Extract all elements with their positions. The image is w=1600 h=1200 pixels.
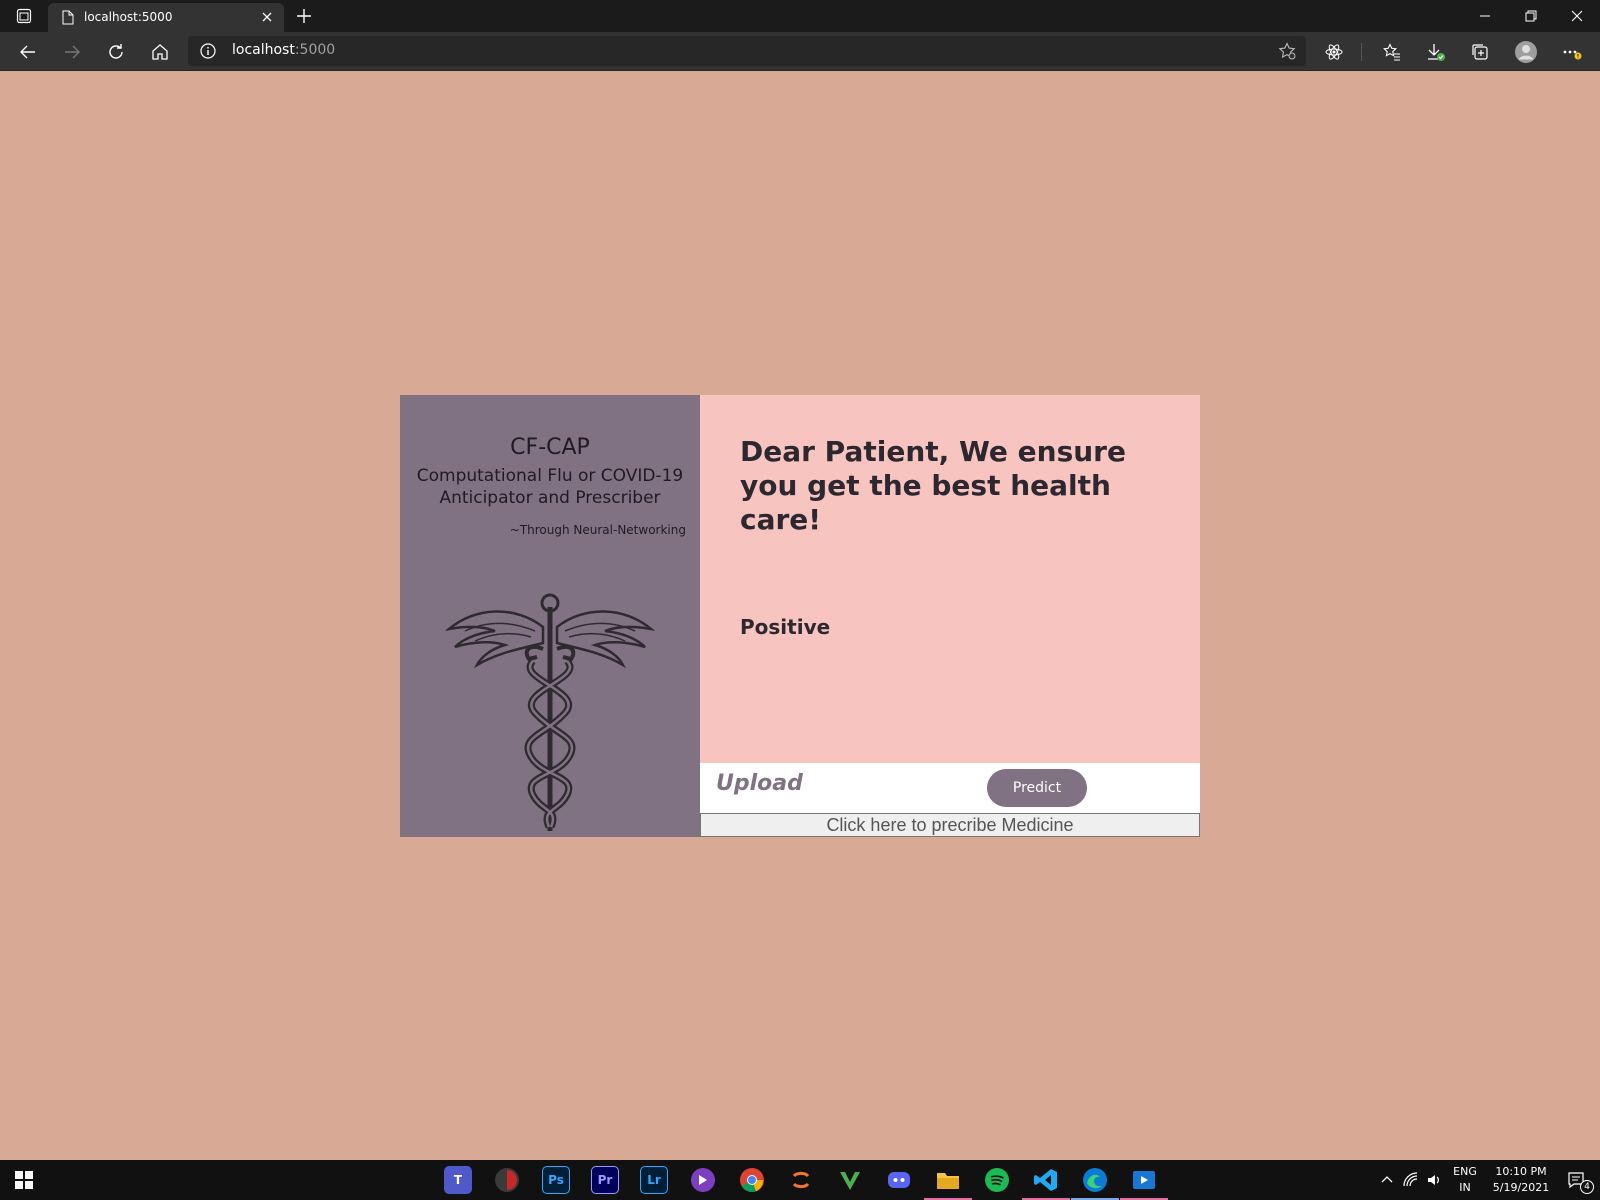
clock[interactable]: 10:10 PM 5/19/2021 — [1482, 1164, 1560, 1196]
result-panel: Dear Patient, We ensure you get the best… — [700, 395, 1200, 763]
settings-more-button[interactable] — [1560, 40, 1584, 64]
chevron-up-icon — [1381, 1176, 1393, 1183]
chrome-icon[interactable] — [738, 1166, 766, 1194]
extension-button[interactable] — [1322, 40, 1346, 64]
spotify-icon[interactable] — [983, 1166, 1011, 1194]
app-icon — [1133, 1171, 1155, 1189]
back-arrow-icon — [20, 45, 35, 59]
windows-icon — [15, 1171, 33, 1189]
app-icon[interactable] — [493, 1166, 521, 1194]
profile-button[interactable] — [1514, 40, 1538, 64]
refresh-icon — [109, 44, 123, 59]
add-favorite-icon[interactable] — [1278, 42, 1296, 60]
predict-button[interactable]: Predict — [987, 769, 1087, 807]
photoshop-icon[interactable]: Ps — [542, 1166, 570, 1194]
close-tab-icon[interactable] — [260, 10, 274, 24]
forward-arrow-icon — [65, 45, 80, 59]
home-button[interactable] — [148, 40, 172, 64]
language-indicator[interactable]: ENG IN — [1450, 1164, 1480, 1196]
tab-title: localhost:5000 — [84, 10, 173, 24]
restore-button[interactable] — [1508, 0, 1554, 32]
app-full-name-line1: Computational Flu or COVID-19 — [416, 466, 684, 486]
new-tab-icon[interactable] — [294, 6, 314, 26]
teams-icon[interactable]: T — [444, 1166, 472, 1194]
collections-icon — [1472, 44, 1488, 60]
minimize-button[interactable] — [1462, 0, 1508, 32]
tab-actions-icon — [16, 8, 32, 24]
favorites-button[interactable] — [1380, 40, 1404, 64]
back-button[interactable] — [16, 40, 40, 64]
tab-actions-button[interactable] — [12, 6, 36, 26]
volume-button[interactable] — [1420, 1166, 1448, 1194]
app-full-name-line2: Anticipator and Prescriber — [439, 488, 661, 508]
app-icon[interactable] — [1130, 1166, 1158, 1194]
brand-panel: CF-CAP Computational Flu or COVID-19 Ant… — [400, 395, 700, 837]
vscode-icon[interactable] — [1032, 1166, 1060, 1194]
favorites-icon — [1383, 43, 1400, 61]
notification-count-badge: 4 — [1580, 1180, 1594, 1194]
avatar-icon — [1515, 41, 1537, 63]
spotify-icon — [985, 1168, 1009, 1192]
chrome-icon — [740, 1168, 764, 1192]
start-button[interactable] — [10, 1166, 38, 1194]
folder-icon — [937, 1173, 959, 1189]
wifi-icon — [1403, 1172, 1418, 1187]
lightroom-icon[interactable]: Lr — [640, 1166, 668, 1194]
download-icon — [1428, 44, 1445, 61]
react-icon — [1325, 44, 1343, 60]
clock-time: 10:10 PM — [1495, 1165, 1547, 1178]
taskbar: T Ps Pr Lr ENG IN 10:10 PM 5/19/2021 4 — [0, 1160, 1600, 1200]
app-icon[interactable] — [689, 1166, 717, 1194]
premiere-icon[interactable]: Pr — [591, 1166, 619, 1194]
downloads-button[interactable] — [1424, 40, 1448, 64]
home-icon — [152, 44, 168, 60]
app-icon — [495, 1168, 519, 1192]
address-bar[interactable]: localhost:5000 — [188, 36, 1306, 66]
app-full-name: Computational Flu or COVID-19 Anticipato… — [400, 465, 700, 509]
discord-icon — [888, 1172, 910, 1188]
toolbar-divider — [1361, 43, 1362, 61]
vscode-icon — [1034, 1169, 1057, 1191]
more-icon — [1563, 50, 1582, 60]
app-icon — [792, 1171, 810, 1189]
discord-icon[interactable] — [885, 1166, 913, 1194]
app-icon — [840, 1172, 860, 1190]
upload-button[interactable]: Upload — [716, 771, 803, 796]
page-icon — [62, 10, 74, 25]
clock-date: 5/19/2021 — [1492, 1181, 1550, 1194]
browser-toolbar: localhost:5000 — [0, 32, 1600, 71]
tagline: ~Through Neural-Networking — [509, 523, 686, 537]
app-icon — [691, 1168, 715, 1192]
main-card: CF-CAP Computational Flu or COVID-19 Ant… — [400, 395, 1200, 837]
browser-tab[interactable]: localhost:5000 — [48, 3, 284, 32]
app-icon[interactable] — [787, 1166, 815, 1194]
upload-bar: Upload Predict — [700, 763, 1200, 813]
app-icon[interactable] — [836, 1166, 864, 1194]
refresh-button[interactable] — [104, 40, 128, 64]
info-icon[interactable] — [200, 43, 216, 59]
restore-icon — [1525, 10, 1537, 22]
address-text: localhost:5000 — [232, 42, 336, 58]
prescribe-medicine-button[interactable]: Click here to precribe Medicine — [700, 813, 1200, 837]
region-code: IN — [1459, 1181, 1471, 1194]
minimize-icon — [1480, 15, 1490, 17]
caduceus-logo — [445, 593, 655, 831]
prediction-result: Positive — [740, 615, 831, 639]
app-title: CF-CAP — [510, 435, 590, 460]
close-icon — [1571, 10, 1583, 22]
file-explorer-icon[interactable] — [934, 1166, 962, 1194]
browser-titlebar: localhost:5000 — [0, 0, 1600, 32]
language-code: ENG — [1453, 1165, 1477, 1178]
collections-button[interactable] — [1468, 40, 1492, 64]
speaker-icon — [1428, 1175, 1439, 1185]
edge-icon[interactable] — [1081, 1166, 1109, 1194]
close-window-button[interactable] — [1554, 0, 1600, 32]
forward-button[interactable] — [60, 40, 84, 64]
greeting-heading: Dear Patient, We ensure you get the best… — [740, 435, 1126, 536]
edge-icon — [1083, 1168, 1107, 1192]
